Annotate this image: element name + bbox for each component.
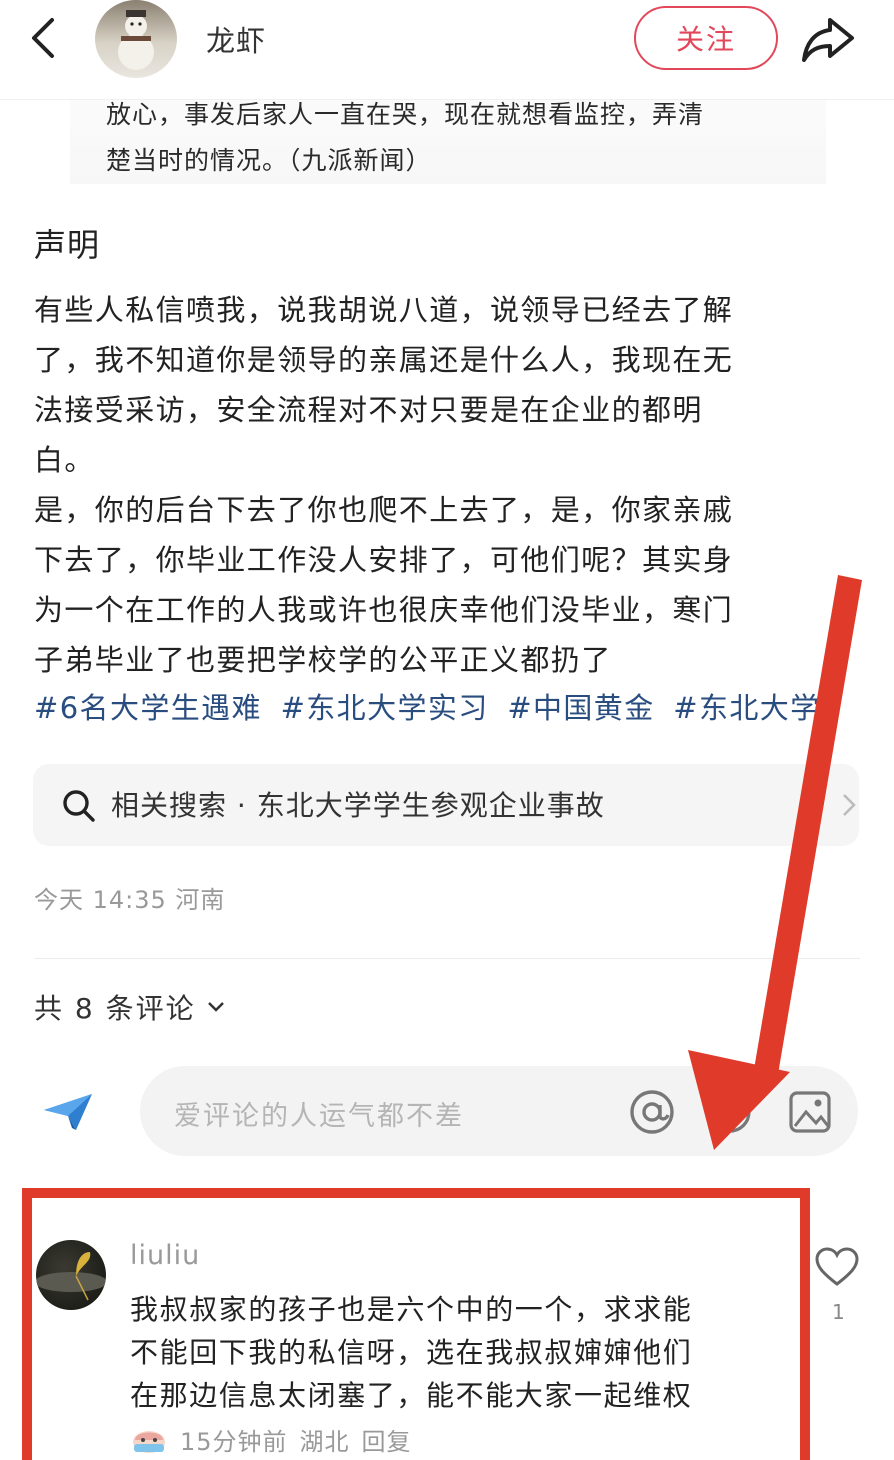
chevron-right-icon xyxy=(843,794,856,816)
like-count: 1 xyxy=(832,1300,845,1324)
article-line: 子弟毕业了也要把学校学的公平正义都扔了 xyxy=(34,643,612,677)
commenter-avatar[interactable] xyxy=(36,1240,106,1310)
article-body: 有些人私信喷我，说我胡说八道，说领导已经去了解 了，我不知道你是领导的亲属还是什… xyxy=(34,285,844,685)
hashtag-link[interactable]: #东北大学 xyxy=(673,691,820,725)
comment-meta: 15分钟前 湖北 回复 xyxy=(130,1422,424,1456)
section-title: 声明 xyxy=(34,226,101,264)
comment-time: 15分钟前 xyxy=(180,1427,288,1456)
leaf-avatar-image xyxy=(36,1252,106,1301)
share-button[interactable] xyxy=(800,14,856,64)
comment-count-label: 共 8 条评论 xyxy=(34,992,196,1025)
comment-text: 我叔叔家的孩子也是六个中的一个，求求能 不能回下我的私信呀，选在我叔叔婶婶他们 … xyxy=(130,1288,692,1417)
comment-line: 不能回下我的私信呀，选在我叔叔婶婶他们 xyxy=(130,1336,693,1369)
comment-sort-toggle[interactable]: 共 8 条评论 xyxy=(34,987,226,1027)
author-avatar[interactable] xyxy=(95,0,177,78)
article-line: 为一个在工作的人我或许也很庆幸他们没毕业，寒门 xyxy=(34,593,734,627)
related-search-bar[interactable]: 相关搜索 · 东北大学学生参观企业事故 xyxy=(33,764,859,846)
comment-input[interactable]: 爱评论的人运气都不差 xyxy=(140,1066,858,1156)
top-bar: 龙虾 关注 xyxy=(0,0,894,100)
post-time-location: 今天 14:35 河南 xyxy=(34,886,226,914)
follow-button[interactable]: 关注 xyxy=(634,6,778,70)
chevron-left-icon xyxy=(32,18,54,58)
crying-face-emoji-icon xyxy=(133,1431,165,1453)
author-name[interactable]: 龙虾 xyxy=(206,18,266,60)
hashtag-link[interactable]: #东北大学实习 xyxy=(281,691,489,725)
quoted-news-block: 放心，事发后家人一直在哭，现在就想看监控，弄清 楚当时的情况。（九派新闻） xyxy=(70,92,826,184)
article-line: 下去了，你毕业工作没人安排了，可他们呢？其实身 xyxy=(34,543,734,577)
comment-input-placeholder: 爱评论的人运气都不差 xyxy=(174,1101,464,1132)
back-button[interactable] xyxy=(26,16,66,60)
divider xyxy=(34,958,860,959)
article-line: 了，我不知道你是领导的亲属还是什么人，我现在无 xyxy=(34,343,734,377)
snowman-avatar-image xyxy=(118,10,154,70)
chevron-down-icon xyxy=(207,1002,224,1012)
comment-line: 在那边信息太闭塞了，能不能大家一起维权 xyxy=(130,1379,693,1412)
image-icon[interactable] xyxy=(788,1090,832,1134)
quote-line: 楚当时的情况。（九派新闻） xyxy=(106,146,432,175)
article-line: 是，你的后台下去了你也爬不上去了，是，你家亲戚 xyxy=(34,493,734,527)
paper-plane-icon[interactable] xyxy=(42,1092,94,1132)
related-search-text: 相关搜索 · 东北大学学生参观企业事故 xyxy=(111,789,605,822)
hashtag-link[interactable]: #中国黄金 xyxy=(507,691,654,725)
emoji-icon[interactable] xyxy=(708,1090,752,1134)
commenter-username[interactable]: liuliu xyxy=(130,1240,200,1271)
share-icon xyxy=(802,18,854,62)
reply-button[interactable]: 回复 xyxy=(362,1422,412,1457)
heart-icon[interactable] xyxy=(814,1246,860,1288)
comment-location: 湖北 xyxy=(299,1427,350,1456)
comment-line: 我叔叔家的孩子也是六个中的一个，求求能 xyxy=(130,1293,693,1326)
at-mention-icon[interactable] xyxy=(628,1088,676,1136)
article-line: 法接受采访，安全流程对不对只要是在企业的都明 xyxy=(34,393,703,427)
search-icon xyxy=(63,790,95,822)
hashtag-row: #6名大学生遇难 #东北大学实习 #中国黄金 #东北大学 xyxy=(34,683,834,733)
article-line: 白。 xyxy=(34,443,95,477)
article-line: 有些人私信喷我，说我胡说八道，说领导已经去了解 xyxy=(34,293,734,327)
hashtag-link[interactable]: #6名大学生遇难 xyxy=(34,691,262,725)
